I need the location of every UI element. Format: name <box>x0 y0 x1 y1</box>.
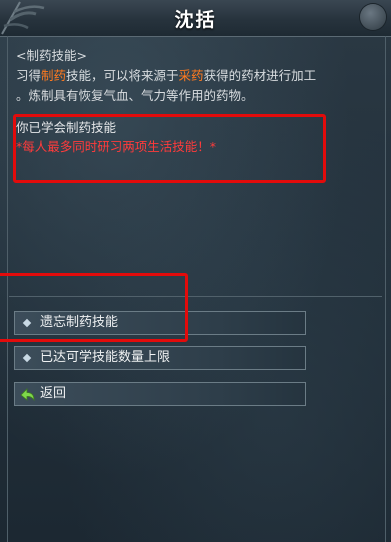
diamond-icon <box>22 353 32 363</box>
return-label: 返回 <box>40 386 67 401</box>
skill-limit-label: 已达可学技能数量上限 <box>40 350 171 365</box>
close-button[interactable] <box>360 4 386 30</box>
highlight-caiyao: 采药 <box>178 68 204 83</box>
annotation-highlight-box-forget <box>0 273 188 342</box>
description-line-2: 。炼制具有恢复气血、气力等作用的药物。 <box>16 88 254 103</box>
return-button[interactable]: 返回 <box>14 382 306 406</box>
description-line-1: 习得制药技能，可以将来源于采药获得的药材进行加工 <box>16 68 317 83</box>
skill-limit-button[interactable]: 已达可学技能数量上限 <box>14 346 306 370</box>
description-header: <制药技能> <box>16 48 87 63</box>
highlight-zhiyao: 制药 <box>41 68 67 83</box>
annotation-highlight-box-status <box>13 114 326 183</box>
return-arrow-icon <box>20 388 35 402</box>
window-title: 沈括 <box>174 9 217 31</box>
title-bar: 沈括 <box>0 0 391 37</box>
skill-description: <制药技能> 习得制药技能，可以将来源于采药获得的药材进行加工 。炼制具有恢复气… <box>16 46 366 106</box>
